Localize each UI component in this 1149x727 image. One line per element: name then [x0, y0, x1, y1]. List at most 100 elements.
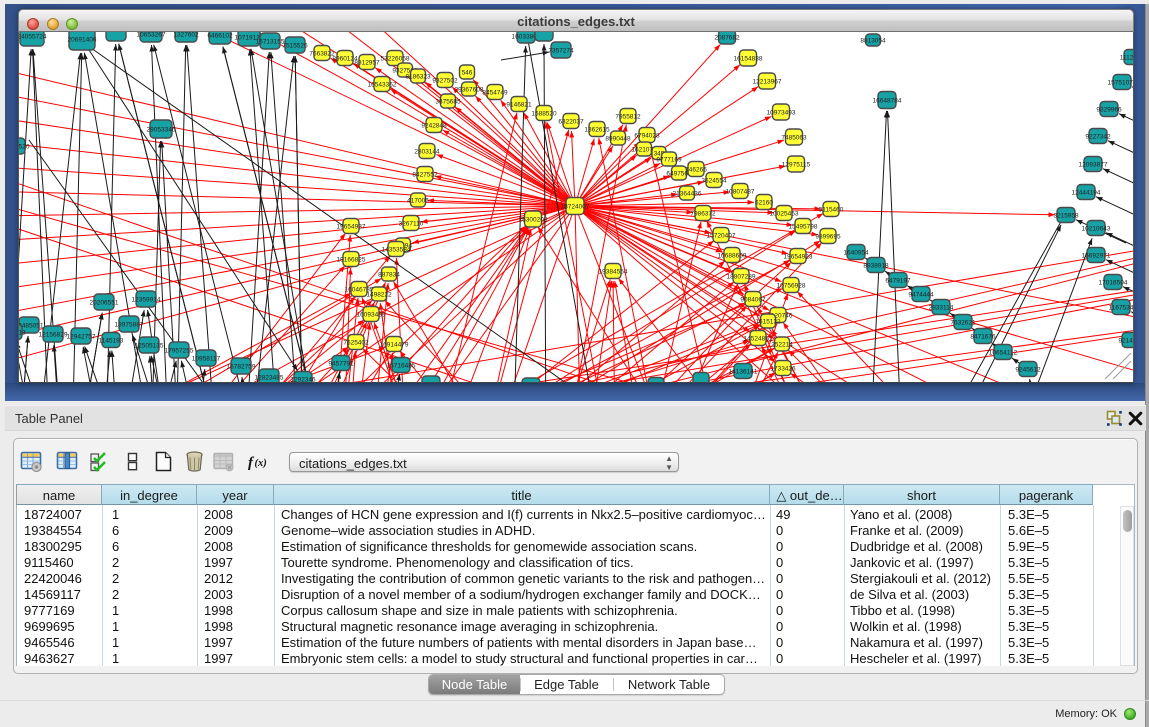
svg-text:8990448: 8990448 [605, 135, 631, 142]
svg-text:7625402: 7625402 [343, 339, 369, 346]
svg-text:9115460: 9115460 [819, 206, 844, 213]
svg-text:8454749: 8454749 [482, 89, 508, 96]
svg-text:9899695: 9899695 [815, 233, 841, 240]
svg-text:29053346: 29053346 [147, 126, 176, 133]
svg-text:19654937: 19654937 [337, 223, 366, 230]
svg-text:16093489: 16093489 [357, 311, 386, 318]
svg-text:2933114: 2933114 [929, 304, 954, 311]
svg-text:14136141: 14136141 [729, 368, 758, 375]
svg-text:12942757: 12942757 [67, 333, 96, 340]
svg-text:2803144: 2803144 [414, 148, 440, 155]
svg-text:15751074: 15751074 [1108, 79, 1134, 86]
svg-text:12823485: 12823485 [255, 374, 284, 381]
svg-text:15692971: 15692971 [1082, 252, 1111, 259]
svg-text:25300203: 25300203 [519, 216, 548, 223]
svg-text:7986372: 7986372 [690, 210, 716, 217]
svg-text:24055724: 24055724 [19, 33, 47, 40]
svg-text:17957255: 17957255 [165, 347, 194, 354]
svg-text:1327602: 1327602 [173, 32, 199, 38]
svg-text:39485051: 39485051 [19, 322, 44, 329]
svg-text:10958117: 10958117 [192, 355, 221, 362]
svg-text:3267110: 3267110 [399, 220, 424, 227]
svg-text:9084067: 9084067 [740, 296, 766, 303]
svg-text:6322037: 6322037 [558, 118, 584, 125]
svg-text:8471676: 8471676 [970, 333, 996, 340]
svg-text:12444194: 12444194 [1072, 189, 1101, 196]
svg-text:53226058: 53226058 [381, 55, 410, 62]
svg-text:6794028: 6794028 [634, 132, 660, 139]
svg-text:6466102: 6466102 [207, 32, 233, 39]
svg-text:19654923: 19654923 [784, 253, 813, 260]
svg-text:21364436: 21364436 [673, 190, 702, 197]
svg-text:14524851: 14524851 [744, 335, 773, 342]
svg-text:17016504: 17016504 [1099, 279, 1128, 286]
svg-text:10688609: 10688609 [718, 252, 747, 259]
svg-text:8186323: 8186323 [405, 73, 431, 80]
svg-text:1292346: 1292346 [290, 376, 316, 383]
svg-text:7357274: 7357274 [548, 47, 574, 54]
svg-text:1292348: 1292348 [518, 382, 544, 383]
svg-text:7663822: 7663822 [309, 50, 335, 57]
svg-text:7515526: 7515526 [282, 42, 308, 49]
svg-text:1640954: 1640954 [843, 249, 869, 256]
svg-text:18724007: 18724007 [561, 203, 590, 210]
svg-text:8427552: 8427552 [412, 171, 438, 178]
svg-text:15716485: 15716485 [387, 362, 416, 369]
svg-text:9214502: 9214502 [1118, 337, 1134, 344]
svg-text:1588520: 1588520 [531, 110, 557, 117]
svg-text:1362615: 1362615 [584, 126, 610, 133]
svg-text:9329966: 9329966 [1096, 106, 1122, 113]
svg-text:1615132: 1615132 [755, 318, 781, 325]
svg-text:16914479: 16914479 [380, 341, 409, 348]
svg-text:8938918: 8938918 [863, 262, 889, 269]
svg-text:10973493: 10973493 [767, 109, 796, 116]
svg-text:15720407: 15720407 [707, 232, 736, 239]
svg-text:12093877: 12093877 [1079, 161, 1108, 168]
svg-text:(x): (x) [255, 458, 267, 469]
svg-text:20691406: 20691406 [68, 36, 97, 43]
svg-text:3875685: 3875685 [435, 98, 461, 105]
svg-text:10653267: 10653267 [137, 32, 166, 38]
svg-text:16543362: 16543362 [368, 81, 397, 88]
svg-text:62160: 62160 [755, 199, 773, 206]
svg-text:3624554: 3624554 [701, 177, 727, 184]
svg-text:16782759: 16782759 [227, 363, 256, 370]
svg-text:417006: 417006 [407, 197, 429, 204]
svg-text:9327502: 9327502 [432, 77, 458, 84]
svg-text:19384554: 19384554 [599, 268, 628, 275]
svg-text:887834: 887834 [378, 271, 400, 278]
svg-text:252214: 252214 [771, 341, 793, 348]
svg-text:20206551: 20206551 [90, 299, 119, 306]
svg-text:15495798: 15495798 [789, 223, 818, 230]
svg-text:7485063: 7485063 [781, 134, 807, 141]
svg-text:10210643: 10210643 [1082, 225, 1111, 232]
svg-text:12359914: 12359914 [132, 296, 161, 303]
svg-text:1112906: 1112906 [1120, 54, 1134, 61]
svg-text:12156829: 12156829 [39, 331, 68, 338]
svg-text:26066520: 26066520 [19, 143, 30, 150]
svg-text:1498222: 1498222 [366, 291, 392, 298]
svg-text:16713155: 16713155 [256, 38, 285, 45]
svg-text:14353584: 14353584 [382, 246, 411, 253]
svg-text:12505135: 12505135 [135, 342, 164, 349]
svg-text:10756928: 10756928 [777, 282, 806, 289]
svg-text:12213967: 12213967 [753, 78, 782, 85]
svg-text:9146821: 9146821 [506, 101, 532, 108]
svg-text:746266: 746266 [685, 166, 707, 173]
svg-text:10807487: 10807487 [726, 188, 755, 195]
svg-text:9777169: 9777169 [656, 156, 682, 163]
svg-text:7955812: 7955812 [615, 113, 641, 120]
svg-text:9245612: 9245612 [1015, 366, 1041, 373]
svg-text:16648784: 16648784 [873, 97, 902, 104]
svg-text:1167534: 1167534 [1109, 304, 1134, 311]
svg-text:10654112: 10654112 [989, 349, 1018, 356]
svg-text:1733426: 1733426 [770, 365, 796, 372]
svg-text:3915413: 3915413 [19, 329, 26, 336]
svg-text:9457791: 9457791 [328, 360, 354, 367]
svg-text:8813054: 8813054 [860, 37, 886, 44]
svg-text:29367608: 29367608 [455, 86, 484, 93]
svg-text:8312957: 8312957 [354, 59, 380, 66]
svg-text:18807289: 18807289 [727, 273, 756, 280]
svg-text:16154838: 16154838 [734, 55, 763, 62]
svg-text:546: 546 [462, 69, 473, 76]
